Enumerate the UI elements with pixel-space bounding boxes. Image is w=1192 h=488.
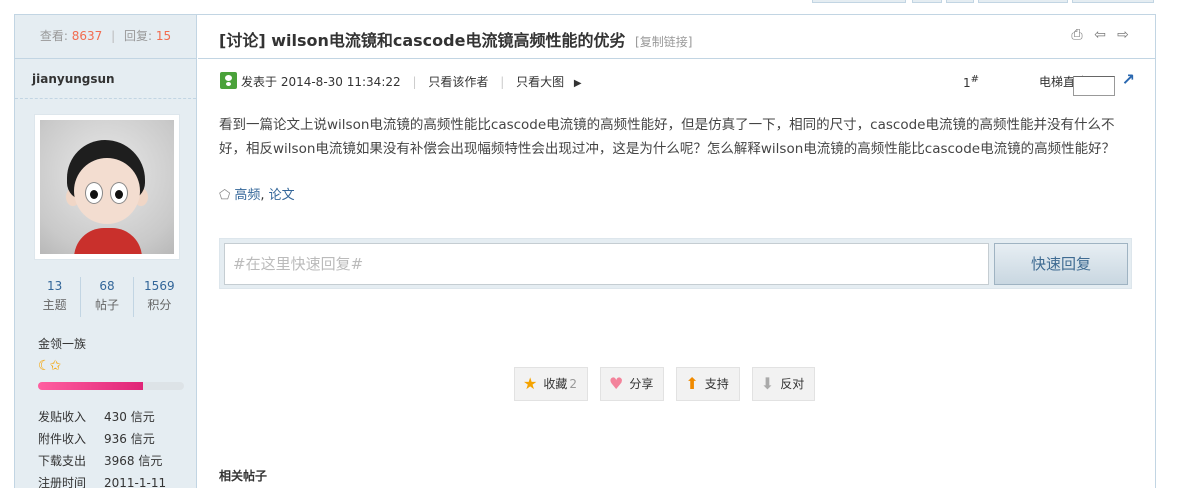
heart-icon: ♥ — [609, 374, 624, 393]
info-row: 注册时间 2011-1-11 — [38, 472, 166, 488]
author-sidebar: 查看: 8637 | 回复: 15 jianyungsun 13 主题 68 帖… — [15, 15, 197, 488]
thread-stats: 查看: 8637 | 回复: 15 — [15, 15, 196, 59]
next-thread-icon[interactable]: ⇨ — [1115, 27, 1131, 43]
support-label: 支持 — [704, 377, 729, 391]
top-toolbar-strip — [0, 0, 1192, 14]
prev-thread-icon[interactable]: ⇦ — [1092, 27, 1108, 43]
stats-divider: | — [111, 29, 116, 43]
support-button[interactable]: ⬆ 支持 — [676, 367, 740, 401]
thumb-down-icon: ⬇ — [760, 374, 775, 393]
count-value[interactable]: 1569 — [134, 277, 185, 295]
meta-divider: | — [500, 75, 505, 89]
post-meta: 发表于 2014-8-30 11:34:22 | 只看该作者 | 只看大图 ▶ … — [219, 70, 1139, 96]
count-value[interactable]: 13 — [29, 277, 80, 295]
count-topics[interactable]: 13 主题 — [29, 277, 80, 317]
related-threads-heading: 相关帖子 — [219, 469, 268, 483]
tag-link[interactable]: 高频 — [234, 188, 260, 203]
oppose-label: 反对 — [780, 377, 805, 391]
author-username[interactable]: jianyungsun — [15, 59, 196, 99]
user-group[interactable]: 金领一族 — [38, 335, 86, 352]
info-key: 附件收入 — [38, 432, 87, 446]
info-row: 附件收入 936 信元 — [38, 428, 166, 450]
info-key: 发贴收入 — [38, 410, 87, 424]
post-main: [讨论] wilson电流镜和cascode电流镜高频性能的优劣 [复制链接] … — [198, 15, 1155, 488]
print-icon[interactable]: ⎙ — [1069, 27, 1085, 43]
post-tags: ⬠ 高频, 论文 — [219, 184, 295, 203]
info-value: 3968 信元 — [104, 454, 163, 468]
info-key: 注册时间 — [38, 476, 87, 488]
top-toolbar-button[interactable] — [978, 0, 1068, 3]
count-label: 主题 — [42, 298, 67, 312]
count-label: 帖子 — [94, 298, 119, 312]
top-toolbar-button[interactable] — [1072, 0, 1154, 3]
count-posts[interactable]: 68 帖子 — [80, 277, 132, 317]
floor-number-value: 1 — [962, 76, 971, 90]
views-count: 8637 — [71, 29, 103, 43]
rank-stars-icon: ☾✩ — [38, 358, 61, 374]
post-content: 看到一篇论文上说wilson电流镜的高频性能比cascode电流镜的高频性能好，… — [219, 117, 1116, 157]
quick-reply-button[interactable]: 快速回复 — [994, 243, 1128, 285]
share-label: 分享 — [629, 377, 654, 391]
thread-frame: 查看: 8637 | 回复: 15 jianyungsun 13 主题 68 帖… — [14, 14, 1156, 488]
info-value: 2011-1-11 — [104, 476, 167, 488]
thread-prefix[interactable]: [讨论] — [219, 31, 266, 50]
share-button[interactable]: ♥ 分享 — [600, 367, 665, 401]
author-counts: 13 主题 68 帖子 1569 积分 — [29, 277, 185, 317]
info-row: 下载支出 3968 信元 — [38, 450, 166, 472]
info-value: 936 信元 — [104, 432, 155, 446]
jump-to-floor-input[interactable] — [1073, 76, 1115, 96]
tag-separator: , — [260, 188, 269, 203]
top-toolbar-button[interactable] — [912, 0, 942, 3]
quick-reply-area: #在这里快速回复# 快速回复 — [219, 238, 1132, 289]
avatar-face-shape — [74, 158, 140, 224]
quick-reply-input[interactable]: #在这里快速回复# — [224, 243, 989, 285]
count-points[interactable]: 1569 积分 — [132, 277, 185, 317]
top-toolbar-button[interactable] — [812, 0, 906, 3]
floor-mark: # — [970, 74, 979, 85]
post-meta-text: 发表于 2014-8-30 11:34:22 | 只看该作者 | 只看大图 ▶ — [241, 73, 582, 90]
info-key: 下载支出 — [38, 454, 87, 468]
thumb-up-icon: ⬆ — [685, 374, 699, 393]
top-toolbar-button[interactable] — [946, 0, 974, 3]
oppose-button[interactable]: ⬇ 反对 — [751, 367, 816, 401]
avatar[interactable] — [34, 114, 180, 260]
tag-link[interactable]: 论文 — [269, 188, 295, 203]
info-value: 430 信元 — [104, 410, 155, 424]
avatar-eye-shape — [85, 182, 103, 204]
post-actions: ★ 收藏 2 ♥ 分享 ⬆ 支持 ⬇ 反对 — [514, 367, 816, 401]
posted-time: 发表于 2014-8-30 11:34:22 — [241, 75, 401, 89]
info-row: 发贴收入 430 信元 — [38, 406, 166, 428]
rank-progress-bar — [38, 382, 184, 390]
copy-link-button[interactable]: [复制链接] — [635, 35, 692, 49]
title-icons: ⎙ ⇦ ⇨ — [1069, 27, 1131, 43]
thread-title-text: wilson电流镜和cascode电流镜高频性能的优劣 — [271, 31, 626, 50]
rank-progress-fill — [38, 382, 144, 390]
star-icon: ★ — [523, 374, 538, 393]
avatar-body-shape — [74, 228, 142, 254]
only-author-link[interactable]: 只看该作者 — [428, 75, 488, 89]
tag-icon: ⬠ — [219, 188, 231, 203]
views-label: 查看: — [39, 29, 68, 43]
avatar-eye-shape — [110, 182, 128, 204]
favorite-label: 收藏 — [543, 377, 568, 391]
replies-label: 回复: — [123, 29, 153, 43]
replies-count: 15 — [155, 29, 172, 43]
thread-title-bar: [讨论] wilson电流镜和cascode电流镜高频性能的优劣 [复制链接] … — [198, 15, 1155, 59]
play-triangle-icon[interactable]: ▶ — [574, 78, 582, 89]
jump-go-icon[interactable]: ↗ — [1122, 70, 1135, 89]
favorite-count: 2 — [569, 377, 577, 391]
only-large-image-link[interactable]: 只看大图 — [516, 75, 564, 89]
avatar-image — [40, 120, 174, 254]
count-value[interactable]: 68 — [81, 277, 132, 295]
online-status-icon — [220, 72, 237, 89]
author-info-list: 发贴收入 430 信元 附件收入 936 信元 下载支出 3968 信元 注册时间 20… — [38, 406, 166, 488]
favorite-button[interactable]: ★ 收藏 2 — [514, 367, 588, 401]
meta-divider: | — [412, 75, 417, 89]
count-label: 积分 — [147, 298, 172, 312]
thread-title: [讨论] wilson电流镜和cascode电流镜高频性能的优劣 [复制链接] — [219, 27, 692, 51]
floor-number[interactable]: 1# — [963, 74, 979, 90]
